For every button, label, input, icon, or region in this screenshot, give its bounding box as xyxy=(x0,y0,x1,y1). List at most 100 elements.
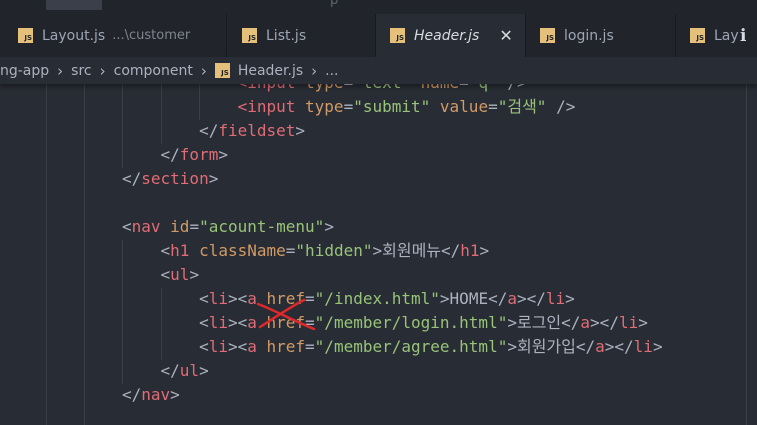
chevron-right-icon: › xyxy=(200,61,207,80)
breadcrumb-item-component[interactable]: component xyxy=(114,63,193,79)
code-token-tag: ul xyxy=(170,265,190,284)
code-token-tag: a xyxy=(580,313,591,332)
scrolled-element xyxy=(46,0,102,10)
code-line[interactable]: </form> xyxy=(122,143,228,167)
indent-guide xyxy=(84,84,85,425)
code-token-indent xyxy=(122,121,199,140)
code-token-punct: /> xyxy=(546,97,576,116)
code-token-punct: < xyxy=(199,313,209,332)
code-token-punct xyxy=(430,97,440,116)
breadcrumb-item-symbol[interactable]: ... xyxy=(325,63,338,79)
close-icon[interactable]: ✕ xyxy=(499,26,512,45)
code-token-tag: li xyxy=(633,337,653,356)
code-token-punct: = xyxy=(285,241,296,260)
code-token-punct: > xyxy=(189,265,200,284)
code-token-str: "submit" xyxy=(353,97,431,116)
code-token-str: "/member/login.html" xyxy=(314,313,508,332)
code-token-tag: li xyxy=(208,313,228,332)
code-line[interactable]: </fieldset> xyxy=(122,119,305,143)
code-line[interactable]: <input type="text" name="q" /> xyxy=(122,84,527,95)
editor-tab-bar: JS Layout.js ...\customer JS List.js JS … xyxy=(0,14,757,57)
code-token-punct: = xyxy=(344,84,354,92)
code-token-tag: <input xyxy=(237,97,306,116)
code-line[interactable]: <input type="submit" value="검색" /> xyxy=(122,95,576,119)
code-line[interactable]: </ul> xyxy=(122,359,209,383)
code-token-str: "q" xyxy=(469,84,498,92)
code-token-tag: nav xyxy=(131,217,171,236)
editor-ruler xyxy=(746,84,747,425)
code-token-punct: = xyxy=(305,337,315,356)
code-token-attr: value xyxy=(439,97,489,116)
code-token-indent xyxy=(122,289,199,308)
code-token-punct: < xyxy=(199,337,209,356)
tab-label: Header.js xyxy=(414,27,480,44)
tab-label: Lay xyxy=(714,27,739,44)
code-line[interactable]: <ul> xyxy=(122,263,200,287)
code-editor[interactable]: <input type="text" name="q" /> <input ty… xyxy=(0,84,757,425)
code-token-tag: a xyxy=(247,337,267,356)
code-token-text: HOME xyxy=(449,289,489,308)
code-token-attr: name xyxy=(421,84,460,92)
breadcrumb-item-file[interactable]: JS Header.js xyxy=(214,63,303,79)
code-token-punct: = xyxy=(459,84,469,92)
tab-header-js[interactable]: JS Header.js ✕ xyxy=(376,14,526,57)
window-top-strip: p xyxy=(0,0,757,14)
js-file-icon: JS xyxy=(390,28,405,43)
code-token-tag: form xyxy=(179,145,219,164)
tab-layout-js[interactable]: JS Layout.js ...\customer xyxy=(0,14,227,57)
code-line[interactable]: </section> xyxy=(122,167,218,191)
breadcrumb-item-project[interactable]: ng-app xyxy=(0,63,49,79)
info-icon[interactable]: ℹ xyxy=(740,14,746,57)
code-token-punct: > xyxy=(638,313,648,332)
tab-login-js[interactable]: JS login.js xyxy=(526,14,676,57)
code-token-punct: >< xyxy=(227,313,248,332)
code-token-str: "/index.html" xyxy=(314,289,440,308)
code-token-indent xyxy=(122,97,238,116)
code-token-tag: section xyxy=(141,169,209,188)
code-token-punct: < xyxy=(160,265,171,284)
code-token-punct: </ xyxy=(122,169,142,188)
code-token-punct: > xyxy=(565,289,575,308)
code-token-text: 회원가입 xyxy=(516,337,576,356)
code-token-punct: </ xyxy=(160,361,180,380)
code-token-punct: > xyxy=(652,337,663,356)
tab-label: Layout.js xyxy=(42,27,106,44)
code-token-punct: > xyxy=(324,217,334,236)
code-line[interactable]: <li><a href="/member/login.html">로그인</a>… xyxy=(122,311,648,335)
code-token-indent xyxy=(122,241,161,260)
code-token-punct xyxy=(411,84,421,92)
code-token-punct: = xyxy=(488,97,498,116)
code-token-tag: fieldset xyxy=(218,121,296,140)
code-token-indent xyxy=(122,313,199,332)
code-token-indent xyxy=(122,337,199,356)
code-token-punct: < xyxy=(199,289,209,308)
code-token-attr: type xyxy=(305,97,344,116)
js-file-icon: JS xyxy=(214,63,230,78)
code-token-punct: > xyxy=(199,361,209,380)
code-token-punct: >< xyxy=(227,289,248,308)
code-line[interactable]: <li><a href="/member/agree.html">회원가입</a… xyxy=(122,335,663,359)
breadcrumb: ng-app › src › component › JS Header.js … xyxy=(0,57,757,84)
indent-guide xyxy=(46,84,47,425)
code-token-text: 로그인 xyxy=(516,313,562,332)
breadcrumb-item-src[interactable]: src xyxy=(71,63,91,79)
code-line[interactable]: </nav> xyxy=(122,383,180,407)
code-token-tag: li xyxy=(618,313,639,332)
code-token-punct: /> xyxy=(498,84,526,92)
code-token-attr: id xyxy=(170,217,190,236)
code-token-punct: </ xyxy=(199,121,219,140)
code-token-punct: < xyxy=(160,241,171,260)
code-line[interactable]: <nav id="acount-menu"> xyxy=(122,215,334,239)
code-token-punct: </ xyxy=(441,241,461,260)
code-token-text: 회원메뉴 xyxy=(382,241,442,260)
code-token-punct: > xyxy=(295,121,306,140)
code-token-attr: type xyxy=(305,84,344,92)
chevron-right-icon: › xyxy=(57,61,64,80)
code-token-str: "hidden" xyxy=(295,241,373,260)
code-token-tag: li xyxy=(545,289,566,308)
code-token-punct: = xyxy=(343,97,354,116)
code-line[interactable]: <h1 className="hidden">회원메뉴</h1> xyxy=(122,239,490,263)
tab-list-js[interactable]: JS List.js xyxy=(227,14,376,57)
code-line[interactable]: <li><a href="/index.html">HOME</a></li> xyxy=(122,287,575,311)
code-token-tag: h1 xyxy=(460,241,480,260)
